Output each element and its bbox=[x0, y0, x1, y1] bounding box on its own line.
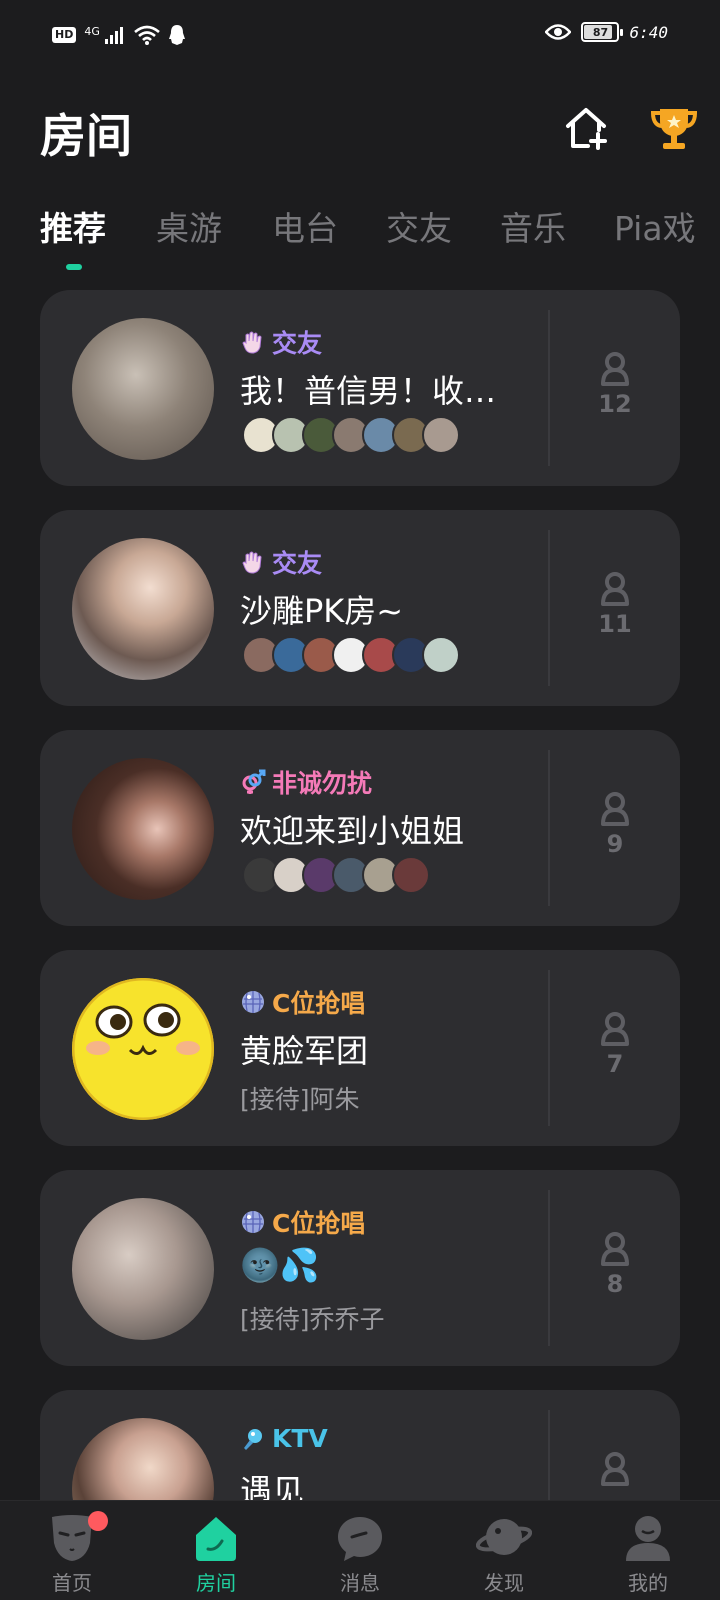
nav-home[interactable]: 首页 bbox=[0, 1501, 144, 1600]
room-category-label: KTV bbox=[272, 1424, 328, 1453]
home-plus-icon bbox=[566, 108, 607, 150]
room-card[interactable]: C位抢唱 黄脸军团 [接待]阿朱 7 bbox=[40, 950, 680, 1146]
qq-icon bbox=[168, 25, 185, 45]
room-avatar bbox=[72, 1198, 214, 1340]
online-count bbox=[550, 1452, 680, 1490]
online-count: 7 bbox=[550, 1012, 680, 1078]
nav-messages[interactable]: 消息 bbox=[288, 1501, 432, 1600]
nav-discover[interactable]: 发现 bbox=[432, 1501, 576, 1600]
clock: 6:40 bbox=[629, 22, 668, 42]
room-category-label: 交友 bbox=[272, 329, 323, 358]
nav-profile[interactable]: 我的 bbox=[576, 1501, 720, 1600]
room-avatar bbox=[72, 318, 214, 460]
tab-pia-drama[interactable]: Pia戏 bbox=[614, 202, 696, 250]
person-icon bbox=[601, 792, 629, 826]
person-icon bbox=[601, 352, 629, 386]
room-members bbox=[242, 636, 460, 674]
chat-bubble-icon bbox=[338, 1517, 382, 1561]
smiley-face-icon bbox=[72, 978, 214, 1120]
online-count-value: 11 bbox=[598, 610, 632, 638]
room-category-label: C位抢唱 bbox=[272, 1209, 366, 1238]
room-card[interactable]: 交友 我！普信男！收… 12 bbox=[40, 290, 680, 486]
category-tabs: 推荐 桌游 电台 交友 音乐 Pia戏 bbox=[40, 202, 696, 250]
hd-badge: HD bbox=[52, 27, 77, 43]
page-title: 房间 bbox=[40, 109, 132, 163]
room-title: 沙雕PK房~ bbox=[240, 592, 404, 630]
room-category: C位抢唱 bbox=[240, 1204, 365, 1240]
nav-label: 消息 bbox=[340, 1571, 380, 1595]
room-category: 交友 bbox=[240, 544, 322, 580]
disco-ball-icon bbox=[242, 1211, 264, 1233]
tab-indicator bbox=[66, 264, 82, 270]
room-category-label: 交友 bbox=[272, 549, 323, 578]
planet-icon bbox=[476, 1519, 532, 1555]
microphone-icon bbox=[244, 1428, 262, 1450]
room-category-label: 非诚勿扰 bbox=[272, 769, 373, 798]
status-bar: HD 4G 87 6:40 bbox=[0, 0, 720, 72]
tab-recommend[interactable]: 推荐 bbox=[40, 202, 156, 250]
tab-board-games[interactable]: 桌游 bbox=[156, 202, 272, 250]
network-type: 4G bbox=[84, 24, 100, 38]
battery-indicator: 87 bbox=[581, 22, 624, 42]
room-title: 欢迎来到小姐姐 bbox=[240, 812, 465, 850]
tab-radio[interactable]: 电台 bbox=[272, 202, 386, 250]
room-category-label: C位抢唱 bbox=[272, 989, 366, 1018]
room-card[interactable]: 交友 沙雕PK房~ 11 bbox=[40, 510, 680, 706]
nav-label: 我的 bbox=[628, 1571, 668, 1595]
room-title: 我！普信男！收… bbox=[240, 372, 497, 410]
eye-icon bbox=[545, 24, 572, 40]
room-icon bbox=[196, 1517, 236, 1561]
online-count-value: 7 bbox=[606, 1050, 624, 1078]
nav-label: 发现 bbox=[484, 1571, 524, 1595]
person-icon bbox=[601, 572, 629, 606]
person-icon bbox=[601, 1232, 629, 1266]
room-category: KTV bbox=[240, 1424, 328, 1453]
signal-icon bbox=[104, 27, 123, 44]
online-count-value: 12 bbox=[598, 390, 632, 418]
online-count: 11 bbox=[550, 572, 680, 638]
room-card[interactable]: C位抢唱 🌚💦 [接待]乔乔子 8 bbox=[40, 1170, 680, 1366]
wifi-icon bbox=[134, 25, 160, 45]
leaderboard-button[interactable] bbox=[648, 102, 700, 154]
member-avatar bbox=[392, 856, 430, 894]
room-title: 🌚💦 bbox=[240, 1246, 320, 1284]
member-avatar bbox=[422, 636, 460, 674]
online-count: 12 bbox=[550, 352, 680, 418]
online-count: 8 bbox=[550, 1232, 680, 1298]
tab-music[interactable]: 音乐 bbox=[500, 202, 614, 250]
nav-label: 首页 bbox=[52, 1571, 92, 1595]
room-category: 交友 bbox=[240, 324, 322, 360]
nav-rooms[interactable]: 房间 bbox=[144, 1501, 288, 1600]
person-icon bbox=[601, 1452, 629, 1486]
member-avatar bbox=[422, 416, 460, 454]
tab-social[interactable]: 交友 bbox=[386, 202, 500, 250]
room-members bbox=[242, 856, 430, 894]
online-count: 9 bbox=[550, 792, 680, 858]
online-count-value: 8 bbox=[606, 1270, 624, 1298]
create-room-button[interactable] bbox=[560, 102, 612, 154]
battery-level: 87 bbox=[592, 25, 609, 39]
room-avatar bbox=[72, 538, 214, 680]
disco-ball-icon bbox=[242, 991, 264, 1013]
room-avatar bbox=[72, 758, 214, 900]
room-card[interactable]: 非诚勿扰 欢迎来到小姐姐 9 bbox=[40, 730, 680, 926]
trophy-icon bbox=[650, 109, 698, 149]
online-count-value: 9 bbox=[606, 830, 624, 858]
room-avatar bbox=[72, 978, 214, 1120]
waving-hand-icon bbox=[242, 331, 262, 354]
bottom-nav: 首页 房间 消息 发现 我的 bbox=[0, 1500, 720, 1600]
room-category: C位抢唱 bbox=[240, 984, 365, 1020]
notification-dot bbox=[88, 1511, 108, 1531]
room-host: [接待]乔乔子 bbox=[240, 1305, 385, 1334]
waving-hand-icon bbox=[242, 551, 262, 574]
person-icon bbox=[601, 1012, 629, 1046]
gender-icon bbox=[242, 769, 266, 794]
room-members bbox=[242, 416, 460, 454]
room-category: 非诚勿扰 bbox=[240, 764, 372, 800]
room-host: [接待]阿朱 bbox=[240, 1085, 360, 1114]
room-title: 黄脸军团 bbox=[240, 1032, 369, 1070]
nav-label: 房间 bbox=[196, 1571, 236, 1595]
profile-icon bbox=[626, 1516, 670, 1561]
